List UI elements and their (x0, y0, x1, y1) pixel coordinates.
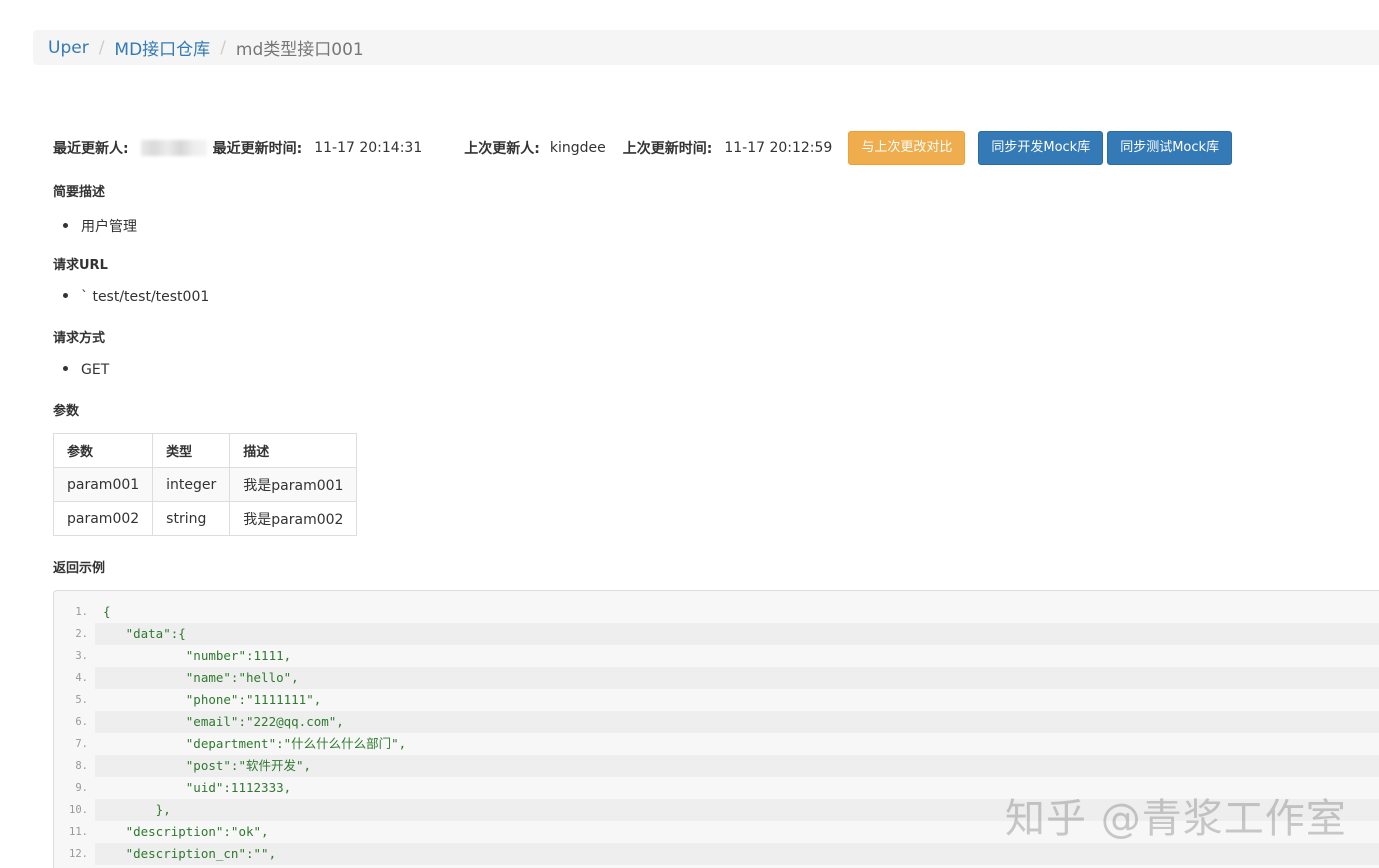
previous-update-time: 11-17 20:12:59 (724, 140, 833, 156)
code-line: 11. "description":"ok", (54, 821, 1379, 843)
table-cell: param001 (52, 467, 154, 502)
line-number: 3. (75, 650, 88, 662)
response-code-block: 1. { 2. "data":{ 3. "number":1111, 4. "n… (53, 590, 1379, 868)
code-text: "post":"软件开发", (95, 755, 1379, 777)
code-line: 10. }, (54, 799, 1379, 821)
latest-updater-label: 最近更新人: (53, 141, 129, 157)
code-line: 8. "post":"软件开发", (54, 755, 1379, 777)
code-text: "data":{ (95, 623, 1379, 645)
summary-heading: 简要描述 (53, 185, 106, 200)
response-example-heading: 返回示例 (53, 561, 106, 576)
table-header-cell: 描述 (229, 433, 358, 468)
table-cell: 我是param002 (229, 501, 358, 536)
request-method-heading: 请求方式 (53, 331, 106, 346)
line-number: 2. (75, 628, 88, 640)
line-number: 8. (75, 760, 88, 772)
latest-update-time: 11-17 20:14:31 (314, 140, 423, 156)
request-method-list-item: GET (63, 362, 109, 378)
table-row: param001 integer 我是param001 (52, 467, 358, 502)
table-cell: string (152, 501, 231, 536)
code-line: 12. "description_cn":"", (54, 843, 1379, 865)
table-header-row: 参数 类型 描述 (52, 433, 358, 468)
line-number: 10. (69, 804, 88, 816)
latest-update-time-label: 最近更新时间: (212, 141, 303, 157)
code-text: "name":"hello", (95, 667, 1379, 689)
breadcrumb-separator: / (98, 37, 105, 58)
code-text: "email":"222@qq.com", (95, 711, 1379, 733)
code-text: { (103, 604, 111, 619)
previous-update-time-label: 上次更新时间: (622, 141, 713, 157)
table-row: param002 string 我是param002 (52, 501, 358, 536)
code-line: 1. { (54, 601, 1379, 623)
sync-test-mock-button[interactable]: 同步测试Mock库 (1107, 131, 1233, 165)
breadcrumb-link-md-repo[interactable]: MD接口仓库 (114, 35, 210, 60)
update-info-row: 最近更新人: 最近更新时间: 11-17 20:14:31 上次更新人: kin… (53, 131, 1233, 165)
code-text: "uid":1112333, (103, 780, 292, 795)
line-number: 7. (75, 738, 88, 750)
line-number: 11. (69, 826, 88, 838)
code-line: 6. "email":"222@qq.com", (54, 711, 1379, 733)
code-line: 5. "phone":"1111111", (54, 689, 1379, 711)
code-text: "department":"什么什么什么部门", (103, 736, 407, 751)
previous-updater-label: 上次更新人: (464, 141, 540, 157)
line-number: 5. (75, 694, 88, 706)
request-url-heading: 请求URL (53, 258, 108, 273)
breadcrumb-current: md类型接口001 (235, 40, 364, 60)
line-number: 6. (75, 716, 88, 728)
code-text: "description":"ok", (103, 824, 269, 839)
breadcrumb-link-uper[interactable]: Uper (48, 38, 89, 58)
table-cell: param002 (52, 501, 154, 536)
code-text: }, (95, 799, 1379, 821)
breadcrumb: Uper / MD接口仓库 / md类型接口001 (33, 30, 1379, 65)
previous-updater: kingdee (549, 140, 606, 156)
line-number: 9. (75, 782, 88, 794)
code-line: 3. "number":1111, (54, 645, 1379, 667)
params-table: 参数 类型 描述 param001 integer 我是param001 par… (52, 433, 358, 536)
sync-dev-mock-button[interactable]: 同步开发Mock库 (978, 131, 1104, 165)
code-text: "phone":"1111111", (103, 692, 322, 707)
code-line: 4. "name":"hello", (54, 667, 1379, 689)
line-number: 12. (69, 848, 88, 860)
breadcrumb-separator: / (220, 37, 226, 58)
latest-updater-redacted (140, 140, 207, 156)
code-line: 7. "department":"什么什么什么部门", (54, 733, 1379, 755)
line-number: 4. (75, 672, 88, 684)
code-line: 9. "uid":1112333, (54, 777, 1379, 799)
params-heading: 参数 (53, 404, 80, 419)
summary-list-item: 用户管理 (63, 216, 137, 236)
table-cell: integer (152, 467, 231, 502)
table-cell: 我是param001 (229, 467, 358, 502)
compare-previous-button[interactable]: 与上次更改对比 (848, 131, 966, 165)
line-number: 1. (75, 606, 88, 618)
request-url-list-item: ` test/test/test001 (63, 289, 209, 305)
table-header-cell: 参数 (52, 433, 154, 468)
code-text: "number":1111, (103, 648, 292, 663)
table-header-cell: 类型 (152, 433, 231, 468)
code-line: 2. "data":{ (54, 623, 1379, 645)
code-text: "description_cn":"", (95, 843, 1379, 865)
